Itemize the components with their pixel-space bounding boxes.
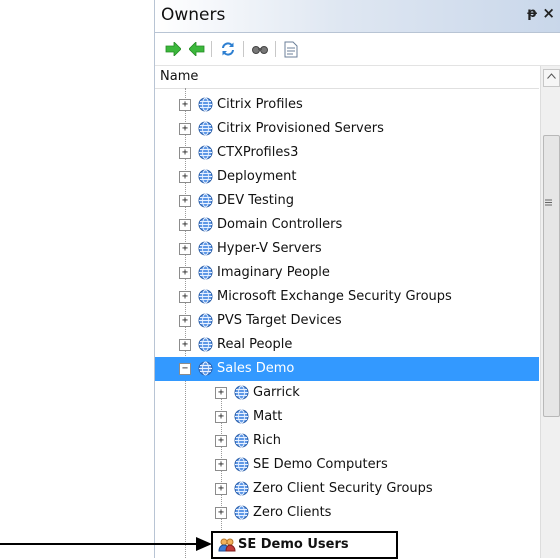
expand-icon[interactable]: + (215, 483, 227, 495)
expand-icon[interactable]: + (179, 171, 191, 183)
toolbar-separator (243, 41, 244, 57)
expand-icon[interactable]: + (179, 123, 191, 135)
tree-item[interactable]: + Real People (155, 333, 539, 357)
tree-item-label: SE Demo Computers (253, 457, 388, 472)
tree-item[interactable]: + SE Demo Computers (155, 453, 539, 477)
callout-label: SE Demo Users (238, 537, 349, 552)
callout-arrowhead-icon (196, 537, 212, 551)
expand-icon[interactable]: + (179, 339, 191, 351)
tree-item-label: Zero Client Security Groups (253, 481, 433, 496)
tree-item[interactable]: + Microsoft Exchange Security Groups (155, 285, 539, 309)
callout-box: SE Demo Users (211, 531, 398, 559)
tree-item-label: Sales Demo (217, 361, 295, 376)
expand-icon[interactable]: + (179, 147, 191, 159)
user-group-icon (218, 538, 236, 552)
expand-icon[interactable]: + (215, 459, 227, 471)
collapse-icon[interactable]: − (179, 363, 191, 375)
organizational-unit-globe-icon (198, 337, 213, 352)
organizational-unit-globe-icon (198, 313, 213, 328)
tree-item[interactable]: + Deployment (155, 165, 539, 189)
tree-item[interactable]: + Garrick (155, 381, 539, 405)
scrollbar-thumb[interactable] (543, 135, 560, 417)
organizational-unit-globe-icon (198, 361, 213, 376)
organizational-unit-globe-icon (234, 505, 249, 520)
organizational-unit-globe-icon (234, 409, 249, 424)
organizational-unit-globe-icon (198, 217, 213, 232)
tree-item[interactable]: + Citrix Profiles (155, 93, 539, 117)
tree-item[interactable]: + PVS Target Devices (155, 309, 539, 333)
organizational-unit-globe-icon (198, 97, 213, 112)
organizational-unit-globe-icon (198, 193, 213, 208)
tree-item-label: Domain Controllers (217, 217, 343, 232)
owners-tree: + Citrix Profiles + Citrix Provisioned Serv… (155, 88, 539, 558)
tree-item[interactable]: + Citrix Provisioned Servers (155, 117, 539, 141)
owners-panel: Owners ᵽ × Name + Citrix Profiles + Citr… (154, 0, 560, 558)
expand-icon[interactable]: + (215, 435, 227, 447)
tree-item[interactable]: + Hyper-V Servers (155, 237, 539, 261)
tree-item[interactable]: − Sales Demo (155, 357, 539, 381)
expand-icon[interactable]: + (179, 243, 191, 255)
tree-item[interactable]: + Rich (155, 429, 539, 453)
column-header-label: Name (160, 69, 199, 84)
toolbar-separator (275, 41, 276, 57)
expand-icon[interactable]: + (179, 99, 191, 111)
vertical-scrollbar[interactable] (540, 66, 560, 558)
tree-item[interactable]: + Zero Clients (155, 501, 539, 525)
expand-icon[interactable]: + (179, 291, 191, 303)
toolbar (155, 33, 560, 66)
forward-arrow-icon[interactable] (163, 39, 183, 59)
tree-item[interactable]: + Matt (155, 405, 539, 429)
scrollbar-grip-icon (545, 199, 552, 206)
tree-item-label: Citrix Profiles (217, 97, 303, 112)
organizational-unit-globe-icon (198, 169, 213, 184)
tree-item-label: Garrick (253, 385, 300, 400)
organizational-unit-globe-icon (198, 289, 213, 304)
properties-icon[interactable] (281, 39, 301, 59)
organizational-unit-globe-icon (234, 433, 249, 448)
tree-item-label: Citrix Provisioned Servers (217, 121, 384, 136)
panel-title: Owners (161, 5, 226, 25)
organizational-unit-globe-icon (234, 457, 249, 472)
tree-item[interactable]: + Imaginary People (155, 261, 539, 285)
panel-titlebar: Owners ᵽ × (155, 0, 560, 33)
back-arrow-icon[interactable] (187, 39, 207, 59)
pin-icon[interactable]: ᵽ (527, 6, 537, 21)
tree-item[interactable]: + Zero Client Security Groups (155, 477, 539, 501)
close-icon[interactable]: × (542, 4, 555, 22)
tree-item-label: Hyper-V Servers (217, 241, 322, 256)
expand-icon[interactable]: + (215, 507, 227, 519)
expand-icon[interactable]: + (179, 315, 191, 327)
view-icon[interactable] (250, 39, 270, 59)
tree-item[interactable]: + DEV Testing (155, 189, 539, 213)
tree-item[interactable]: + CTXProfiles3 (155, 141, 539, 165)
tree-item[interactable]: + Domain Controllers (155, 213, 539, 237)
expand-icon[interactable]: + (179, 267, 191, 279)
tree-item-label: Real People (217, 337, 293, 352)
tree-item-label: Matt (253, 409, 283, 424)
column-header-name[interactable]: Name (155, 66, 539, 89)
callout-arrow-line (0, 543, 200, 545)
tree-item-label: Deployment (217, 169, 297, 184)
organizational-unit-globe-icon (198, 265, 213, 280)
tree-item-label: Rich (253, 433, 282, 448)
expand-icon[interactable]: + (215, 387, 227, 399)
tree-item-label: DEV Testing (217, 193, 294, 208)
expand-icon[interactable]: + (215, 411, 227, 423)
expand-icon[interactable]: + (179, 219, 191, 231)
tree-item-label: Imaginary People (217, 265, 330, 280)
scroll-up-icon[interactable] (543, 69, 560, 87)
organizational-unit-globe-icon (234, 481, 249, 496)
expand-icon[interactable]: + (179, 195, 191, 207)
tree-item-label: Microsoft Exchange Security Groups (217, 289, 452, 304)
organizational-unit-globe-icon (198, 121, 213, 136)
organizational-unit-globe-icon (198, 241, 213, 256)
tree-item-label: Zero Clients (253, 505, 332, 520)
tree-item-label: PVS Target Devices (217, 313, 342, 328)
toolbar-separator (211, 41, 212, 57)
organizational-unit-globe-icon (198, 145, 213, 160)
organizational-unit-globe-icon (234, 385, 249, 400)
refresh-icon[interactable] (218, 39, 238, 59)
tree-item-label: CTXProfiles3 (217, 145, 299, 160)
